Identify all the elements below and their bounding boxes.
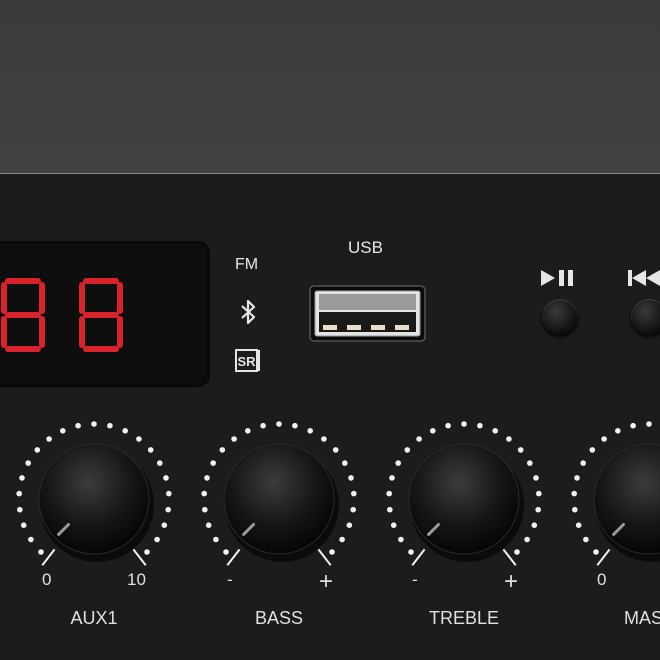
bluetooth-icon: [241, 299, 256, 325]
knob-treble[interactable]: [379, 414, 549, 584]
knob-label: TREBLE: [428, 608, 500, 628]
knob-min-label: -: [227, 570, 233, 589]
knob-label: MAST: [623, 608, 660, 628]
fm-label: FM: [235, 256, 259, 273]
play-pause-button[interactable]: [542, 299, 578, 335]
control-panel: FM SR USB AUX1010BASS-+TREBLE-+MAST0: [0, 173, 660, 660]
svg-text:SR: SR: [237, 354, 256, 369]
usb-label: USB: [348, 238, 383, 257]
sr-icon: SR: [235, 349, 260, 372]
previous-icon: [628, 270, 660, 286]
led-digits: [1, 278, 123, 352]
background-area: [0, 0, 660, 173]
knob-max-label: +: [504, 568, 519, 595]
knob-max-label: 10: [127, 570, 146, 589]
knob-mast[interactable]: [564, 414, 660, 584]
knob-min-label: 0: [42, 570, 52, 589]
usb-port[interactable]: [309, 285, 427, 343]
knob-min-label: 0: [597, 570, 607, 589]
knob-bass[interactable]: [194, 414, 364, 584]
knob-aux1[interactable]: [9, 414, 179, 584]
knob-max-label: +: [319, 568, 334, 595]
knob-label: AUX1: [70, 608, 118, 628]
knob-min-label: -: [412, 570, 418, 589]
led-display: [0, 241, 210, 387]
play-pause-icon: [541, 270, 573, 286]
knob-label: BASS: [254, 608, 304, 628]
previous-button[interactable]: [631, 299, 660, 335]
